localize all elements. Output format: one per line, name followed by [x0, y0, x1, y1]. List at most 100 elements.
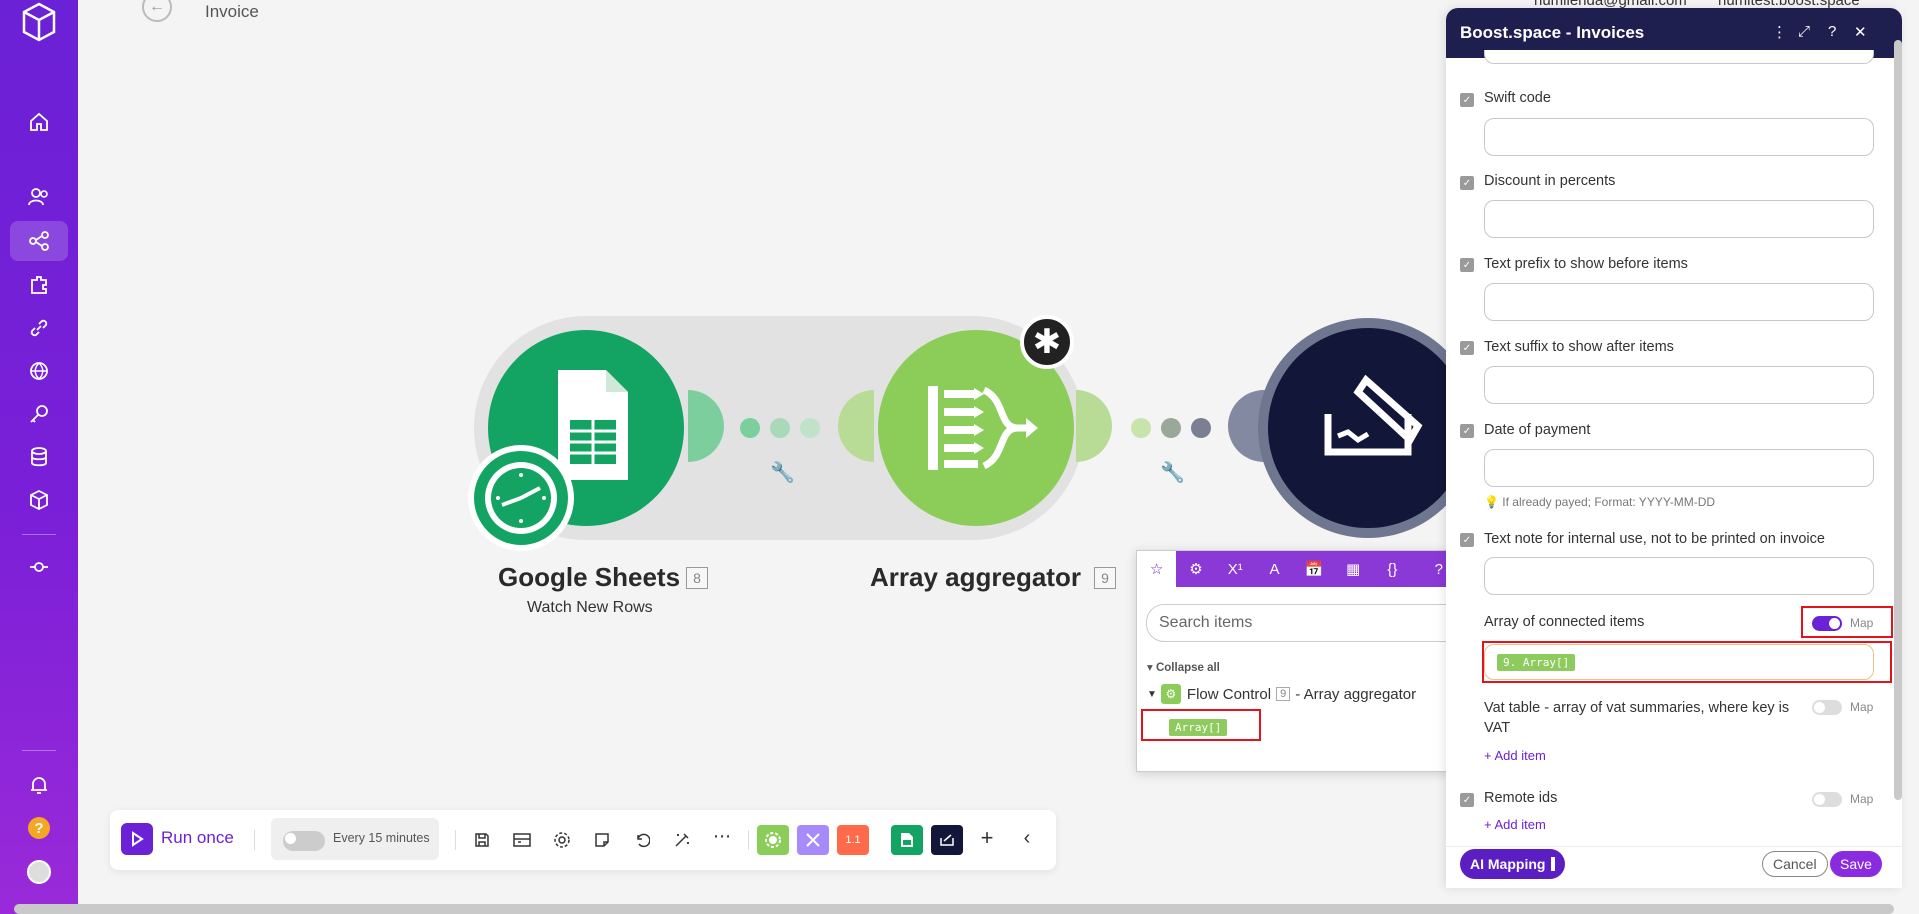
add-item-label: Add item	[1494, 817, 1546, 832]
field-checkbox[interactable]: ✓	[1460, 341, 1474, 355]
map-toggle[interactable]	[1812, 792, 1842, 807]
array-functions-icon[interactable]: ▦	[1333, 551, 1372, 587]
toolbar-separator	[254, 830, 255, 850]
highlight-box	[1801, 606, 1893, 638]
gear-icon[interactable]	[552, 830, 572, 850]
previous-field-input[interactable]	[1484, 50, 1874, 64]
more-vertical-icon[interactable]: ⋮	[1772, 23, 1787, 41]
text-parser-icon[interactable]: 1.1	[837, 825, 869, 855]
asterisk-badge-icon: ✱	[1020, 315, 1074, 369]
help-icon[interactable]: ?	[1828, 23, 1836, 40]
chevron-left-icon[interactable]: ‹	[1015, 826, 1039, 850]
discount-input[interactable]	[1484, 200, 1874, 238]
more-icon[interactable]: ⋯	[712, 826, 732, 846]
save-button[interactable]: Save	[1830, 851, 1882, 877]
play-icon[interactable]	[121, 823, 153, 855]
caret-down-icon: ▼	[1147, 688, 1157, 700]
map-toggle[interactable]	[1812, 700, 1842, 715]
keys-icon[interactable]	[19, 394, 59, 434]
notes-icon[interactable]	[592, 830, 612, 850]
lightbulb-icon: 💡	[1484, 495, 1499, 509]
google-sheets-icon[interactable]	[891, 825, 923, 855]
field-checkbox[interactable]: ✓	[1460, 793, 1474, 807]
run-once-button[interactable]: Run once	[161, 828, 234, 848]
horizontal-scrollbar[interactable]	[14, 904, 1894, 914]
add-item-button[interactable]: + Add item	[1484, 817, 1546, 832]
save-icon[interactable]	[472, 830, 492, 850]
field-label: Text suffix to show after items	[1484, 339, 1674, 355]
date-of-payment-input[interactable]	[1484, 449, 1874, 487]
field-label: Remote ids	[1484, 790, 1558, 806]
map-label: Map	[1850, 792, 1874, 806]
expand-icon[interactable]: ⤢	[1798, 23, 1810, 40]
datastructures-icon[interactable]	[19, 480, 59, 520]
ai-mapping-button[interactable]: AI Mapping	[1460, 849, 1566, 879]
cancel-button[interactable]: Cancel	[1762, 851, 1828, 877]
schedule-toggle[interactable]	[283, 831, 325, 851]
swift-code-input[interactable]	[1484, 118, 1874, 156]
apps-icon[interactable]	[19, 265, 59, 305]
field-checkbox[interactable]: ✓	[1460, 176, 1474, 190]
route-dot	[770, 418, 790, 438]
field-checkbox[interactable]: ✓	[1460, 93, 1474, 107]
field-label: Text prefix to show before items	[1484, 256, 1688, 272]
page-title: Invoice	[205, 2, 259, 21]
tools-icon[interactable]	[797, 825, 829, 855]
schedule-control[interactable]: Every 15 minutes	[271, 818, 439, 860]
field-checkbox[interactable]: ✓	[1460, 533, 1474, 547]
undo-icon[interactable]	[632, 830, 652, 850]
tree-badge: 9	[1276, 687, 1291, 701]
vertical-scrollbar[interactable]	[1894, 40, 1902, 800]
text-suffix-input[interactable]	[1484, 366, 1874, 404]
schedule-label: Every 15 minutes	[333, 831, 430, 845]
connector-handle[interactable]	[1076, 390, 1112, 462]
keywords-icon[interactable]: {}	[1373, 551, 1412, 587]
add-item-button[interactable]: + Add item	[1484, 748, 1546, 763]
sidebar-divider	[22, 534, 56, 535]
boost-space-icon[interactable]	[931, 825, 963, 855]
favorites-star-icon[interactable]: ☆	[1137, 551, 1177, 587]
home-icon[interactable]	[19, 102, 59, 142]
field-checkbox[interactable]: ✓	[1460, 258, 1474, 272]
help-icon[interactable]: ?	[19, 808, 59, 848]
mapping-tabs: ☆ ⚙ X¹ A 📅 ▦ {} ? ✕	[1137, 551, 1483, 587]
collapse-all-link[interactable]: ▾ Collapse all	[1147, 660, 1220, 674]
field-checkbox[interactable]: ✓	[1460, 424, 1474, 438]
text-prefix-input[interactable]	[1484, 283, 1874, 321]
module-title: Array aggregator	[870, 562, 1081, 592]
devices-icon[interactable]	[19, 547, 59, 587]
bottom-toolbar: Run once Every 15 minutes ⋯ 1.1 + ‹	[110, 810, 1056, 870]
connections-icon[interactable]	[19, 308, 59, 348]
boost-invoices-module[interactable]	[1268, 328, 1468, 528]
wrench-icon[interactable]: 🔧	[1160, 460, 1185, 485]
datastores-icon[interactable]	[19, 437, 59, 477]
flow-control-icon[interactable]	[757, 825, 789, 855]
flow-control-icon: ⚙	[1160, 684, 1181, 704]
team-icon[interactable]	[19, 177, 59, 217]
mapping-panel: ☆ ⚙ X¹ A 📅 ▦ {} ? ✕ Search items ▾ Colla…	[1136, 550, 1484, 772]
wrench-icon[interactable]: 🔧	[770, 460, 795, 485]
notifications-icon[interactable]	[19, 765, 59, 805]
module-id-badge: 9	[1094, 567, 1116, 589]
avatar-icon[interactable]	[19, 852, 59, 892]
close-icon[interactable]: ✕	[1854, 23, 1867, 41]
add-icon[interactable]: +	[975, 825, 999, 850]
math-functions-icon[interactable]: X¹	[1216, 551, 1255, 587]
plus-icon: +	[1484, 817, 1492, 832]
auto-align-icon[interactable]	[672, 830, 692, 850]
general-functions-icon[interactable]: ⚙	[1176, 551, 1215, 587]
tree-group-flow-control[interactable]: ▼ ⚙ Flow Control 9 - Array aggregator	[1147, 684, 1416, 704]
module-id-badge: 8	[686, 567, 708, 589]
field-label: Date of payment	[1484, 422, 1591, 438]
logo-icon[interactable]	[19, 2, 59, 42]
text-note-input[interactable]	[1484, 557, 1874, 595]
panel-footer: AI Mapping Cancel Save	[1446, 846, 1902, 888]
route-dot	[1131, 418, 1151, 438]
date-functions-icon[interactable]: 📅	[1294, 551, 1333, 587]
search-input[interactable]: Search items	[1146, 604, 1476, 642]
webhooks-icon[interactable]	[19, 351, 59, 391]
scheduling-icon[interactable]	[512, 830, 532, 850]
text-functions-icon[interactable]: A	[1255, 551, 1294, 587]
scenarios-icon[interactable]	[10, 221, 68, 261]
back-arrow-icon[interactable]: ←	[142, 0, 172, 22]
